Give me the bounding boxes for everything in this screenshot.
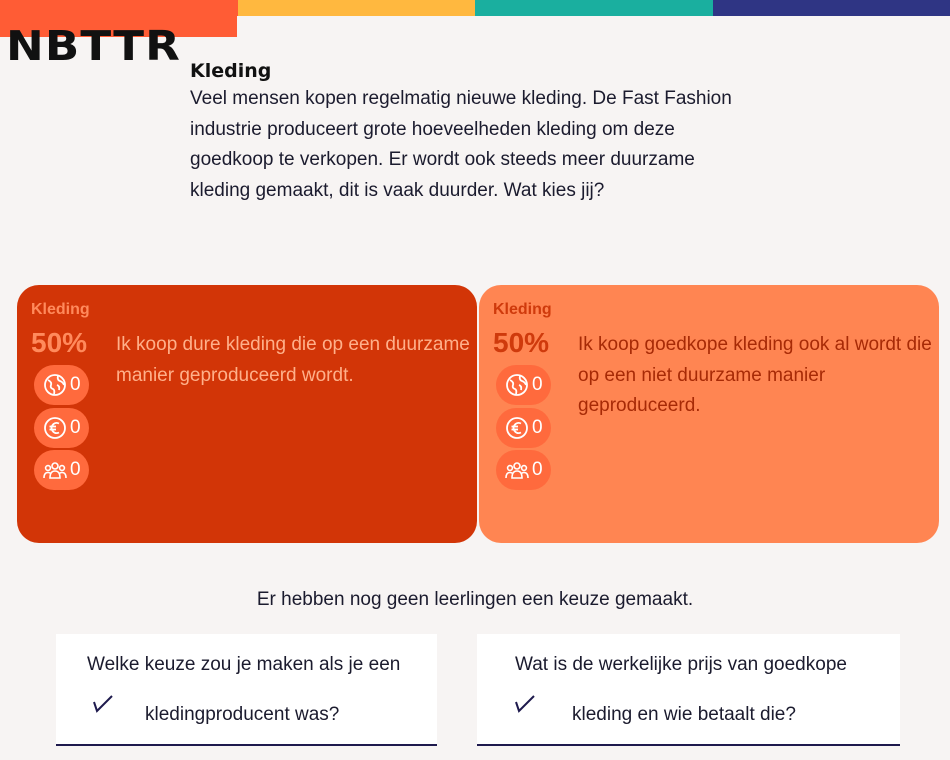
- choice-card-sustainable[interactable]: Kleding 50% Ik koop dure kleding die op …: [17, 285, 477, 543]
- choice-card-cheap[interactable]: Kleding 50% Ik koop goedkope kleding ook…: [479, 285, 939, 543]
- question-text-line1: Welke keuze zou je maken als je een: [87, 654, 401, 675]
- stripe-yellow: [237, 0, 475, 16]
- question-card-producer[interactable]: Welke keuze zou je maken als je een kled…: [56, 634, 437, 746]
- money-score-badge: 0: [34, 408, 89, 448]
- logo[interactable]: NBTTR: [6, 26, 181, 67]
- globe-icon: [44, 374, 66, 396]
- intro-text: Veel mensen kopen regelmatig nieuwe kled…: [190, 88, 732, 201]
- globe-icon: [506, 374, 528, 396]
- euro-coin-icon: [506, 417, 528, 439]
- choice-statement: Ik koop goedkope kleding ook al wordt di…: [578, 334, 932, 416]
- planet-score-value: 0: [70, 374, 81, 395]
- people-group-icon: [43, 462, 67, 479]
- question-text-line2: kledingproducent was?: [145, 704, 340, 725]
- euro-coin-icon: [44, 417, 66, 439]
- people-score-badge: 0: [34, 450, 89, 490]
- question-text-line2: kleding en wie betaalt die?: [572, 704, 796, 725]
- checkmark-icon: [93, 695, 113, 713]
- choice-percentage: 50%: [493, 327, 550, 358]
- choice-category-label: Kleding: [31, 301, 90, 318]
- planet-score-badge: 0: [34, 365, 89, 405]
- stripe-indigo: [712, 0, 950, 16]
- money-score-value: 0: [70, 417, 81, 438]
- planet-score-badge: 0: [496, 365, 551, 405]
- choice-percentage: 50%: [31, 327, 88, 358]
- choice-status-message: Er hebben nog geen leerlingen een keuze …: [256, 589, 694, 610]
- choice-statement: Ik koop dure kleding die op een duurzame…: [116, 334, 470, 386]
- page-title: Kleding: [190, 60, 272, 82]
- money-score-badge: 0: [496, 408, 551, 448]
- question-card-true-price[interactable]: Wat is de werkelijke prijs van goedkope …: [477, 634, 900, 746]
- checkmark-icon: [515, 695, 535, 713]
- intro-section: Kleding Veel mensen kopen regelmatig nie…: [190, 60, 760, 206]
- money-score-value: 0: [532, 417, 543, 438]
- people-score-value: 0: [532, 459, 543, 480]
- question-text-line1: Wat is de werkelijke prijs van goedkope: [515, 654, 847, 675]
- planet-score-value: 0: [532, 374, 543, 395]
- people-score-value: 0: [70, 459, 81, 480]
- people-group-icon: [505, 462, 529, 479]
- choice-category-label: Kleding: [493, 301, 552, 318]
- people-score-badge: 0: [496, 450, 551, 490]
- stripe-teal: [475, 0, 713, 16]
